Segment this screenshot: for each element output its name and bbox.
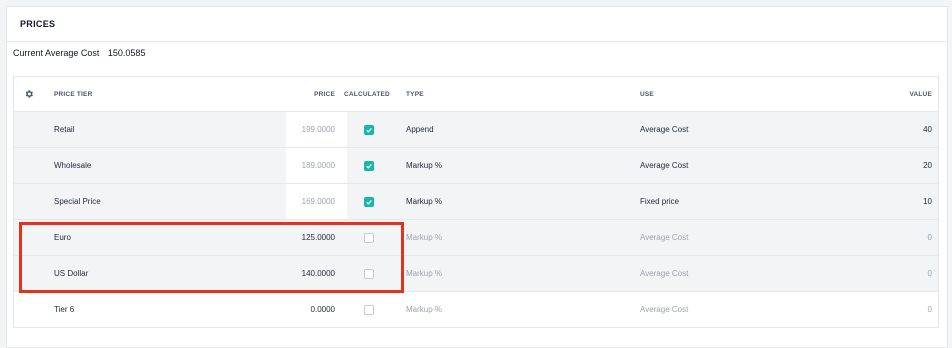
value-amount[interactable]: 0 — [928, 220, 932, 255]
table-row[interactable]: Wholesale 189.0000 Markup % Average Cost… — [14, 148, 938, 184]
price-value[interactable]: 169.0000 — [14, 184, 335, 219]
price-value[interactable]: 125.0000 — [14, 220, 335, 255]
price-tier-table: PRICE TIER PRICE CALCULATED TYPE USE VAL… — [13, 76, 939, 328]
header-value: VALUE — [909, 90, 932, 98]
price-value[interactable]: 189.0000 — [14, 148, 335, 183]
use-value[interactable]: Average Cost — [640, 256, 688, 291]
calculated-checkbox[interactable] — [364, 124, 374, 135]
calculated-checkbox[interactable] — [364, 196, 374, 207]
type-value[interactable]: Append — [406, 112, 434, 147]
header-price: PRICE — [314, 90, 335, 98]
price-value[interactable]: 140.0000 — [14, 256, 335, 291]
price-value[interactable]: 0.0000 — [14, 292, 335, 327]
use-value[interactable]: Fixed price — [640, 184, 679, 219]
average-cost-line: Current Average Cost 150.0585 — [13, 48, 145, 58]
type-value[interactable]: Markup % — [406, 256, 442, 291]
value-amount[interactable]: 10 — [923, 184, 932, 219]
type-value[interactable]: Markup % — [406, 148, 442, 183]
table-row[interactable]: US Dollar 140.0000 Markup % Average Cost… — [14, 256, 938, 292]
average-cost-label: Current Average Cost — [13, 48, 100, 58]
header-calculated: CALCULATED — [344, 90, 390, 98]
price-value[interactable]: 199.0000 — [14, 112, 335, 147]
calculated-checkbox[interactable] — [364, 304, 374, 315]
table-header-row: PRICE TIER PRICE CALCULATED TYPE USE VAL… — [14, 77, 938, 112]
use-value[interactable]: Average Cost — [640, 220, 688, 255]
type-value[interactable]: Markup % — [406, 292, 442, 327]
calculated-checkbox[interactable] — [364, 268, 374, 279]
use-value[interactable]: Average Cost — [640, 148, 688, 183]
average-cost-value: 150.0585 — [107, 48, 146, 58]
value-amount[interactable]: 0 — [928, 292, 932, 327]
use-value[interactable]: Average Cost — [640, 292, 688, 327]
calculated-checkbox[interactable] — [364, 232, 374, 243]
header-type: TYPE — [406, 90, 424, 98]
section-title: PRICES — [7, 7, 947, 42]
calculated-checkbox[interactable] — [364, 160, 374, 171]
header-use: USE — [640, 90, 654, 98]
type-value[interactable]: Markup % — [406, 184, 442, 219]
table-row[interactable]: Tier 6 0.0000 Markup % Average Cost 0 — [14, 292, 938, 328]
table-row[interactable]: Retail 199.0000 Append Average Cost 40 — [14, 112, 938, 148]
table-row[interactable]: Special Price 169.0000 Markup % Fixed pr… — [14, 184, 938, 220]
value-amount[interactable]: 20 — [923, 148, 932, 183]
value-amount[interactable]: 0 — [928, 256, 932, 291]
table-row[interactable]: Euro 125.0000 Markup % Average Cost 0 — [14, 220, 938, 256]
use-value[interactable]: Average Cost — [640, 112, 688, 147]
value-amount[interactable]: 40 — [923, 112, 932, 147]
type-value[interactable]: Markup % — [406, 220, 442, 255]
